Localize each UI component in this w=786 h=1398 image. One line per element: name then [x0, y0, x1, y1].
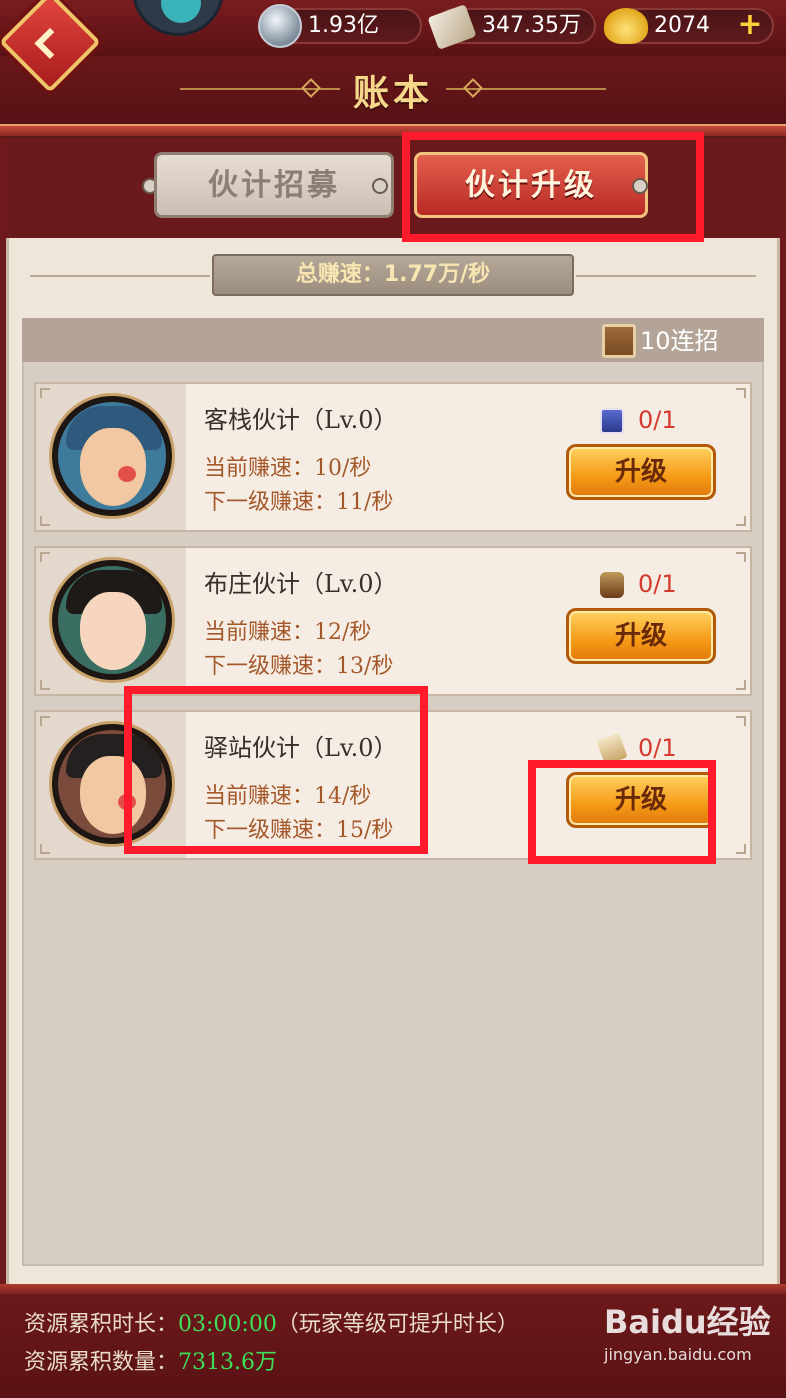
chevron-left-icon — [34, 27, 66, 59]
total-speed-banner: 总赚速：1.77万/秒 — [212, 254, 574, 296]
corner-ornament — [736, 552, 746, 562]
portrait-nose — [118, 466, 136, 482]
tab-knob-icon — [372, 178, 388, 194]
ten-recruit-label: 10连招 — [640, 327, 719, 355]
current-speed: 当前赚速：12/秒 — [204, 620, 372, 645]
duration-label: 资源累积时长： — [24, 1312, 179, 1337]
gold-value: 2074 — [654, 13, 710, 38]
corner-ornament — [40, 388, 50, 398]
corner-ornament — [736, 516, 746, 526]
next-speed: 下一级赚速：11/秒 — [204, 490, 394, 515]
upgrade-button[interactable]: 升级 — [566, 608, 716, 664]
corner-ornament — [40, 844, 50, 854]
corner-ornament — [736, 844, 746, 854]
divider — [576, 275, 756, 277]
watermark: Baidu经验 jingyan.baidu.com — [604, 1300, 774, 1390]
corner-ornament — [40, 552, 50, 562]
amount-label: 资源累积数量： — [24, 1350, 179, 1375]
next-speed: 下一级赚速：13/秒 — [204, 654, 394, 679]
add-gold-button[interactable]: + — [736, 10, 764, 40]
portrait-face — [80, 592, 146, 670]
corner-ornament — [736, 388, 746, 398]
page-title: 账本 — [352, 72, 433, 114]
list-item: 布庄伙计（Lv.0） 当前赚速：12/秒 下一级赚速：13/秒 0/1 升级 — [34, 546, 752, 696]
avatar-bird-icon — [161, 0, 201, 23]
watermark-url: jingyan.baidu.com — [604, 1345, 752, 1364]
book-resource: 347.35万 — [427, 4, 596, 50]
corner-ornament — [40, 680, 50, 690]
corner-ornament — [736, 680, 746, 690]
cost-count: 0/1 — [638, 406, 677, 434]
highlight-box-tab — [402, 132, 704, 242]
cost-count: 0/1 — [638, 570, 677, 598]
partner-name: 客栈伙计（Lv.0） — [204, 406, 398, 434]
silver-resource: 1.93亿 — [258, 4, 422, 48]
accumulate-amount: 资源累积数量：7313.6万 — [24, 1344, 277, 1376]
cloth-roll-icon — [600, 572, 624, 598]
portrait-face — [80, 428, 146, 506]
partner-portrait — [52, 560, 172, 680]
baidu-logo: Baidu经验 — [604, 1303, 771, 1341]
card-icon — [600, 408, 624, 434]
divider — [30, 275, 210, 277]
partner-portrait — [52, 396, 172, 516]
accumulate-duration: 资源累积时长：03:00:00（玩家等级可提升时长） — [24, 1306, 519, 1338]
gold-ingot-icon — [604, 8, 648, 44]
book-value: 347.35万 — [482, 13, 581, 38]
corner-ornament — [40, 716, 50, 726]
gold-resource: 2074 + — [604, 8, 774, 44]
cost-count: 0/1 — [638, 734, 677, 762]
tab-partner-recruit[interactable]: 伙计招募 — [154, 152, 394, 218]
current-speed: 当前赚速：10/秒 — [204, 456, 372, 481]
silver-coin-icon — [258, 4, 302, 48]
duration-note: （玩家等级可提升时长） — [276, 1312, 519, 1337]
amount-value: 7313.6万 — [178, 1350, 277, 1375]
corner-ornament — [736, 716, 746, 726]
highlight-box-partner — [124, 686, 428, 854]
partner-name: 布庄伙计（Lv.0） — [204, 570, 398, 598]
silver-value: 1.93亿 — [308, 13, 379, 38]
corner-ornament — [40, 516, 50, 526]
list-item: 客栈伙计（Lv.0） 当前赚速：10/秒 下一级赚速：11/秒 0/1 升级 — [34, 382, 752, 532]
ten-recruit-checkbox[interactable] — [602, 324, 636, 358]
upgrade-button[interactable]: 升级 — [566, 444, 716, 500]
highlight-box-upgrade — [528, 760, 716, 864]
scroll-rod-bottom — [0, 1284, 786, 1294]
duration-value: 03:00:00 — [178, 1312, 277, 1337]
